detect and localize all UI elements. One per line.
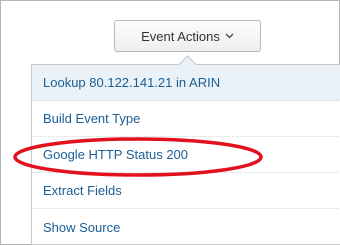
- chevron-down-icon: [225, 33, 234, 39]
- menu-item-label: Extract Fields: [43, 183, 122, 198]
- menu-item-build-event-type[interactable]: Build Event Type: [32, 101, 340, 137]
- menu-item-extract-fields[interactable]: Extract Fields: [32, 173, 340, 209]
- menu-item-label: Build Event Type: [43, 111, 141, 126]
- menu-item-show-source[interactable]: Show Source: [32, 209, 340, 245]
- event-actions-menu: Lookup 80.122.141.21 in ARIN Build Event…: [31, 64, 340, 245]
- event-actions-button[interactable]: Event Actions: [114, 20, 261, 52]
- event-actions-label: Event Actions: [141, 28, 220, 44]
- menu-item-google-http-status[interactable]: Google HTTP Status 200: [32, 137, 340, 173]
- menu-item-label: Show Source: [43, 219, 121, 235]
- menu-item-label: Google HTTP Status 200: [43, 147, 189, 162]
- menu-item-label: Lookup 80.122.141.21 in ARIN: [43, 75, 221, 90]
